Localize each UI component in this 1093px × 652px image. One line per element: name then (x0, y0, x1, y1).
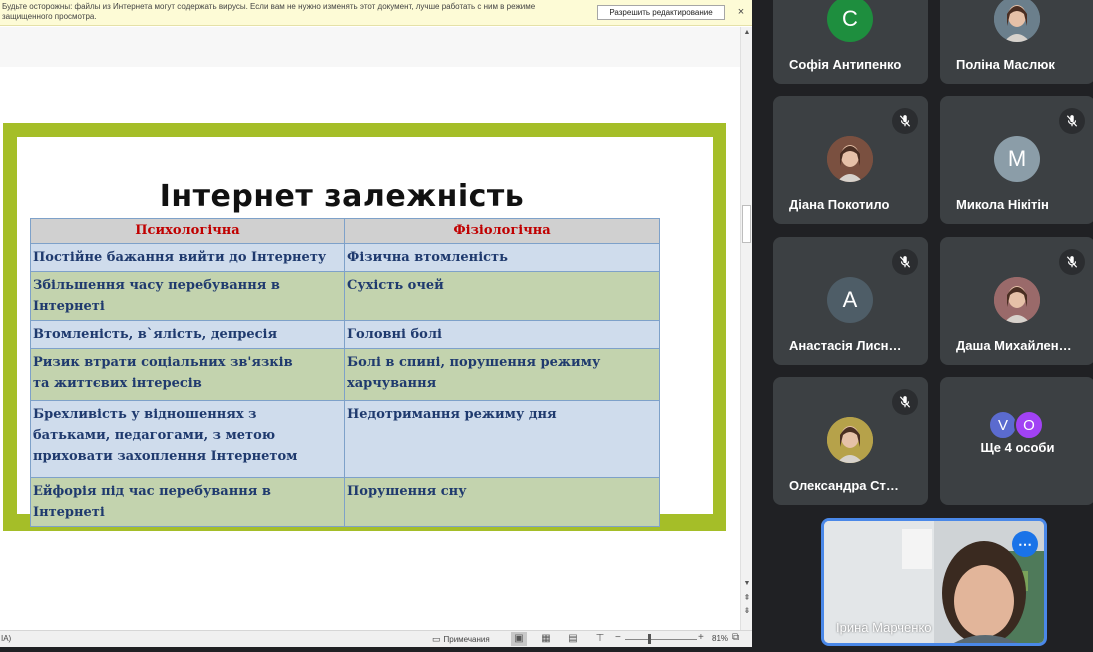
zoom-out-icon[interactable]: − (615, 632, 621, 643)
participant-name: Діана Покотило (789, 197, 890, 212)
cell-physiological: Болі в спині, порушення режиму харчуванн… (344, 348, 660, 401)
zoom-slider[interactable] (625, 639, 697, 640)
participant-name: Софія Антипенко (789, 57, 902, 72)
table-row: Постійне бажання вийти до Інтернету Фізич… (30, 243, 660, 272)
participant-name: Олександра Ст… (789, 478, 899, 493)
scroll-up-arrow-icon[interactable]: ▲ (741, 27, 752, 39)
avatar: А (827, 277, 873, 323)
normal-view-icon[interactable]: ▣ (511, 632, 527, 646)
participant-tile[interactable]: Олександра Ст… (773, 377, 928, 505)
cell-physiological: Порушення сну (344, 477, 660, 527)
slide-sorter-icon[interactable]: ▦ (538, 632, 554, 646)
participant-tile[interactable]: М Микола Нікітін (940, 96, 1093, 224)
participant-name: Ірина Марченко (836, 620, 932, 635)
participant-name: Анастасія Лисн… (789, 338, 902, 353)
participant-tile[interactable]: Діана Покотило (773, 96, 928, 224)
table-header-row: Психологічна Фізіологічна (30, 218, 660, 244)
enable-editing-button[interactable]: Разрешить редактирование (597, 5, 725, 20)
cell-psychological: Збільшення часу перебування в Інтернеті (30, 271, 345, 321)
slide-canvas: Інтернет залежність Психологічна Фізіоло… (0, 27, 740, 630)
notes-button[interactable]: ▭ Примечания (432, 632, 490, 646)
fit-to-window-icon[interactable]: ⧉ (732, 632, 739, 643)
taskbar-edge (0, 647, 752, 652)
scrollbar-thumb[interactable] (742, 205, 751, 243)
participant-tile[interactable]: Поліна Маслюк (940, 0, 1093, 84)
cell-psychological: Ейфорія під час перебування в Інтернеті (30, 477, 345, 527)
mic-off-icon (892, 389, 918, 415)
presentation-app: Будьте осторожны: файлы из Интернета мог… (0, 0, 752, 652)
cell-physiological: Фізична втомленість (344, 243, 660, 272)
cell-psychological: Ризик втрати соціальних зв'язків та житт… (30, 348, 345, 401)
slideshow-icon[interactable]: ⊤ (592, 632, 608, 646)
slide-title: Інтернет залежність (159, 179, 525, 214)
table-row: Брехливість у відношеннях з батьками, пе… (30, 400, 660, 478)
participant-name: Поліна Маслюк (956, 57, 1055, 72)
next-slide-icon[interactable]: ⇟ (741, 605, 752, 617)
more-participants-tile[interactable]: V O Ще 4 особи (940, 377, 1093, 505)
slide[interactable]: Інтернет залежність Психологічна Фізіоло… (3, 123, 726, 531)
status-bar: IA) ▭ Примечания ▣ ▦ ▤ ⊤ − + 81% ⧉ (0, 630, 752, 647)
more-options-icon[interactable]: ⋯ (1012, 531, 1038, 557)
avatar: С (827, 0, 873, 42)
mic-off-icon (892, 108, 918, 134)
notes-label: Примечания (443, 634, 490, 644)
close-icon[interactable]: × (734, 4, 748, 20)
table-row: Збільшення часу перебування в Інтернеті С… (30, 271, 660, 321)
table-row: Втомленість, в`ялість, депресія Головні б… (30, 320, 660, 349)
participant-tile[interactable]: С Софія Антипенко (773, 0, 928, 84)
participant-tile[interactable]: А Анастасія Лисн… (773, 237, 928, 365)
notes-icon: ▭ (432, 633, 441, 644)
cell-physiological: Головні болі (344, 320, 660, 349)
table-row: Ризик втрати соціальних зв'язків та житт… (30, 348, 660, 401)
cell-physiological: Недотримання режиму дня (344, 400, 660, 478)
mic-off-icon (1059, 249, 1085, 275)
participant-tile[interactable]: Даша Михайлен… (940, 237, 1093, 365)
screen: Будьте осторожны: файлы из Интернета мог… (0, 0, 1093, 652)
column-header-physiological: Фізіологічна (344, 218, 660, 244)
reading-view-icon[interactable]: ▤ (565, 632, 581, 646)
column-header-psychological: Психологічна (30, 218, 345, 244)
zoom-in-icon[interactable]: + (698, 632, 704, 643)
zoom-slider-thumb[interactable] (648, 634, 651, 644)
avatar (994, 277, 1040, 323)
avatar (827, 417, 873, 463)
table-row: Ейфорія під час перебування в Інтернеті П… (30, 477, 660, 527)
scroll-down-arrow-icon[interactable]: ▼ (741, 578, 752, 590)
zoom-level[interactable]: 81% (712, 634, 728, 643)
cell-psychological: Постійне бажання вийти до Інтернету (30, 243, 345, 272)
video-call-panel: С Софія Антипенко Поліна Маслюк Діана Покот… (752, 0, 1093, 652)
participant-name: Микола Нікітін (956, 197, 1049, 212)
self-video-tile[interactable]: ⋯ Ірина Марченко (821, 518, 1047, 646)
avatar (994, 0, 1040, 42)
previous-slide-edge (0, 27, 740, 67)
participant-name: Даша Михайлен… (956, 338, 1072, 353)
cell-psychological: Брехливість у відношеннях з батьками, пе… (30, 400, 345, 478)
vertical-scrollbar[interactable]: ▲ ▼ ⇞ ⇟ (740, 27, 752, 630)
mic-off-icon (892, 249, 918, 275)
avatar (827, 136, 873, 182)
avatar: М (994, 136, 1040, 182)
cell-physiological: Сухість очей (344, 271, 660, 321)
protected-view-message: Будьте осторожны: файлы из Интернета мог… (2, 2, 536, 21)
table-body: Постійне бажання вийти до Інтернету Фізич… (30, 243, 660, 527)
protected-view-bar: Будьте осторожны: файлы из Интернета мог… (0, 0, 752, 26)
comparison-table: Психологічна Фізіологічна Постійне бажан… (30, 218, 660, 527)
mic-off-icon (1059, 108, 1085, 134)
language-indicator[interactable]: IA) (1, 634, 11, 643)
cell-psychological: Втомленість, в`ялість, депресія (30, 320, 345, 349)
slide-content: Інтернет залежність Психологічна Фізіоло… (17, 137, 713, 527)
avatar: O (1014, 410, 1044, 440)
previous-slide-icon[interactable]: ⇞ (741, 592, 752, 604)
more-participants-label: Ще 4 особи (980, 440, 1055, 455)
